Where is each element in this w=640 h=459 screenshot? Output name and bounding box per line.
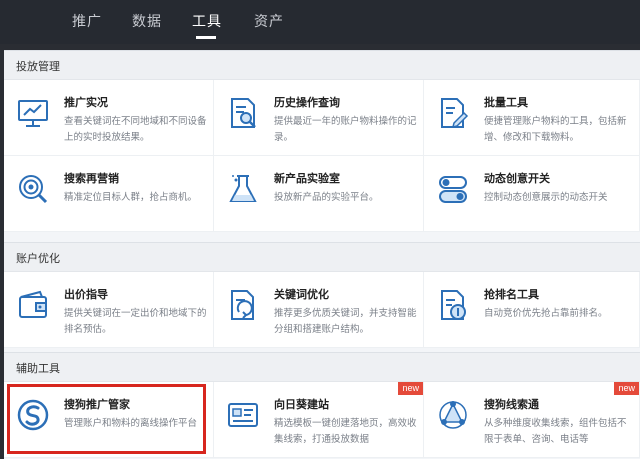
history-search-icon bbox=[231, 98, 256, 128]
section-header-account-optimization: 账户优化 bbox=[4, 242, 640, 272]
rank-grab-icon bbox=[441, 290, 466, 320]
card-desc: 提供关键词在一定出价和地域下的排名预估。 bbox=[64, 308, 207, 335]
card-desc: 便捷管理账户物料的工具，包括新增、修改和下载物料。 bbox=[484, 116, 627, 143]
top-nav-bar: 推广 数据 工具 资产 bbox=[0, 0, 640, 44]
tool-card-batch-tool[interactable]: 批量工具 便捷管理账户物料的工具，包括新增、修改和下载物料。 bbox=[424, 80, 640, 156]
card-title: 抢排名工具 bbox=[484, 289, 539, 301]
highlight-annotation-box bbox=[7, 384, 206, 454]
tool-card-bid-guidance[interactable]: 出价指导 提供关键词在一定出价和地域下的排名预估。 bbox=[4, 272, 214, 348]
lead-share-icon bbox=[439, 401, 467, 429]
flask-icon bbox=[229, 175, 257, 202]
card-desc: 自动竞价优先抢占靠前排名。 bbox=[484, 308, 608, 319]
monitor-chart-icon bbox=[18, 100, 48, 127]
card-desc: 控制动态创意展示的动态开关 bbox=[484, 192, 608, 203]
card-title: 搜索再营销 bbox=[64, 173, 119, 185]
card-title: 批量工具 bbox=[484, 97, 528, 109]
section-header-delivery: 投放管理 bbox=[4, 50, 640, 80]
tool-card-site-builder[interactable]: new 向日葵建站 精选模板一键创建落地页，高效收集线索，打通投放数据 bbox=[214, 382, 424, 458]
card-desc: 查看关键词在不同地域和不同设备上的实时投放结果。 bbox=[64, 116, 207, 143]
tool-card-product-lab[interactable]: 新产品实验室 投放新产品的实验平台。 bbox=[214, 156, 424, 232]
section-header-auxiliary-tools: 辅助工具 bbox=[4, 352, 640, 382]
nav-tab-tools[interactable]: 工具 bbox=[192, 11, 222, 31]
new-badge: new bbox=[398, 382, 423, 395]
target-search-icon bbox=[19, 175, 48, 204]
card-desc: 精准定位目标人群，抢占商机。 bbox=[64, 192, 198, 203]
tool-card-search-remarketing[interactable]: 搜索再营销 精准定位目标人群，抢占商机。 bbox=[4, 156, 214, 232]
nav-tab-data[interactable]: 数据 bbox=[132, 11, 162, 31]
tools-panel: 投放管理 推广实况 查看关键词在不同地域和不同设备上的实时投放结果。 历史操作查… bbox=[4, 50, 640, 459]
card-desc: 投放新产品的实验平台。 bbox=[274, 192, 379, 203]
card-desc: 精选模板一键创建落地页，高效收集线索，打通投放数据 bbox=[274, 418, 417, 445]
nav-tab-promotion[interactable]: 推广 bbox=[72, 11, 102, 31]
card-title: 出价指导 bbox=[64, 289, 108, 301]
keyword-optimize-icon bbox=[231, 290, 254, 320]
wallet-icon bbox=[19, 290, 47, 318]
card-title: 推广实况 bbox=[64, 97, 108, 109]
card-title: 历史操作查询 bbox=[274, 97, 340, 109]
card-desc: 从多种维度收集线索，组件包括不限于表单、咨询、电话等 bbox=[484, 418, 627, 445]
tool-card-lead-connect[interactable]: new 搜狗线索通 从多种维度收集线索，组件包括不限于表单、咨询、电话等 bbox=[424, 382, 640, 458]
new-badge: new bbox=[614, 382, 639, 395]
card-title: 向日葵建站 bbox=[274, 399, 329, 411]
card-title: 搜狗线索通 bbox=[484, 399, 539, 411]
toggle-switch-icon bbox=[439, 176, 467, 203]
card-title: 新产品实验室 bbox=[274, 173, 340, 185]
tool-card-keyword-optimization[interactable]: 关键词优化 推荐更多优质关键词，并支持智能分组和搭建账户结构。 bbox=[214, 272, 424, 348]
section-title: 辅助工具 bbox=[16, 363, 60, 375]
section-title: 投放管理 bbox=[16, 61, 60, 73]
active-tab-indicator bbox=[196, 36, 216, 39]
card-title: 动态创意开关 bbox=[484, 173, 550, 185]
batch-tool-icon bbox=[441, 98, 469, 129]
section-title: 账户优化 bbox=[16, 253, 60, 265]
tool-card-history-query[interactable]: 历史操作查询 提供最近一年的账户物料操作的记录。 bbox=[214, 80, 424, 156]
nav-tab-assets[interactable]: 资产 bbox=[254, 11, 284, 31]
site-builder-icon bbox=[228, 403, 258, 427]
card-desc: 提供最近一年的账户物料操作的记录。 bbox=[274, 116, 417, 143]
card-desc: 推荐更多优质关键词，并支持智能分组和搭建账户结构。 bbox=[274, 308, 417, 335]
tool-card-live-promotion[interactable]: 推广实况 查看关键词在不同地域和不同设备上的实时投放结果。 bbox=[4, 80, 214, 156]
tool-card-dynamic-creative-switch[interactable]: 动态创意开关 控制动态创意展示的动态开关 bbox=[424, 156, 640, 232]
tool-card-rank-grab[interactable]: 抢排名工具 自动竞价优先抢占靠前排名。 bbox=[424, 272, 640, 348]
card-title: 关键词优化 bbox=[274, 289, 329, 301]
